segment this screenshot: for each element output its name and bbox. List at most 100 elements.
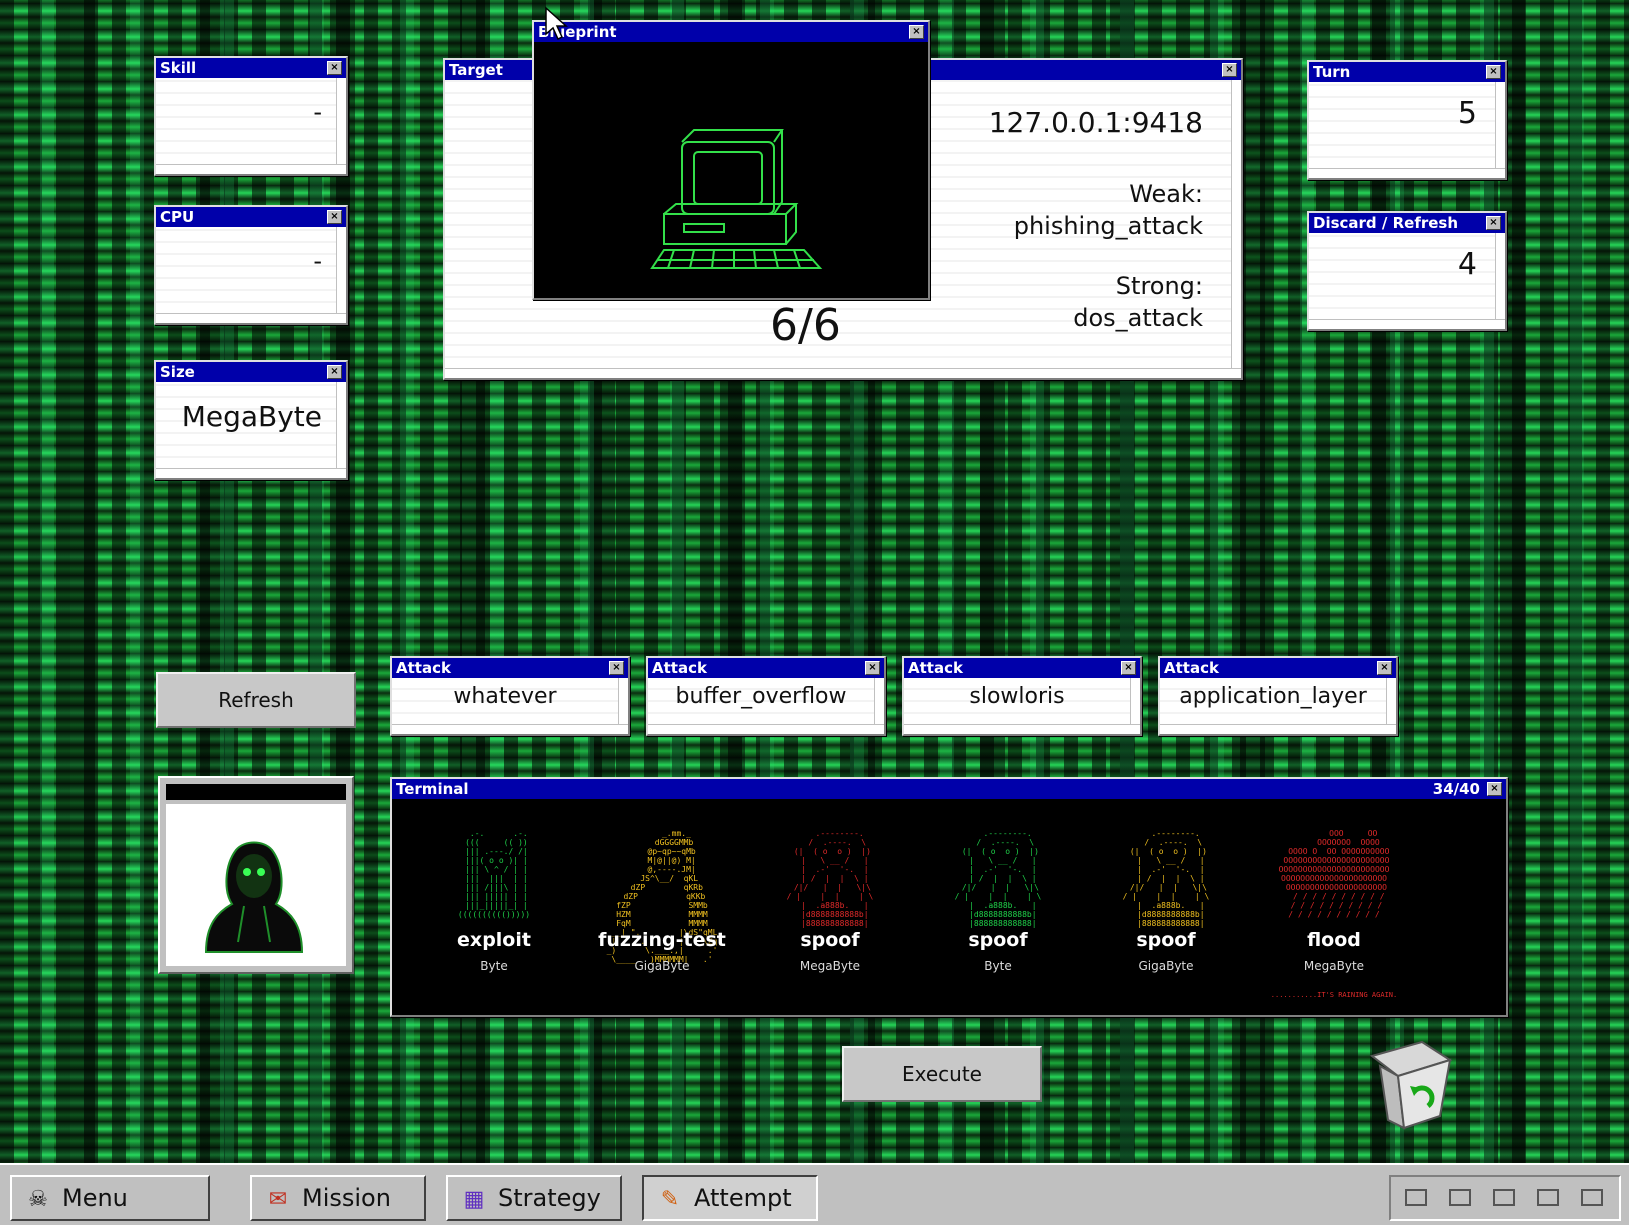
size-window: Size × MegaByte bbox=[154, 360, 348, 480]
horizontal-scrollbar[interactable] bbox=[392, 724, 628, 734]
card-name: spoof bbox=[968, 929, 1028, 951]
refresh-button[interactable]: Refresh bbox=[156, 672, 356, 728]
size-titlebar[interactable]: Size × bbox=[156, 362, 346, 382]
taskbar-label: Attempt bbox=[694, 1184, 792, 1212]
attack-window-2[interactable]: Attack × buffer_overflow bbox=[646, 656, 886, 736]
vertical-scrollbar[interactable] bbox=[1495, 233, 1505, 319]
vertical-scrollbar[interactable] bbox=[1386, 678, 1396, 724]
vertical-scrollbar[interactable] bbox=[1130, 678, 1140, 724]
target-health: 6/6 bbox=[770, 300, 841, 351]
card-exploit[interactable]: .-. .-. ((( (( )) ||| .---./ /| |||( o o… bbox=[414, 819, 574, 1019]
card-art: .--------. / .----. \ (| ( o o ) |) | \ … bbox=[954, 829, 1042, 928]
attack-name: slowloris bbox=[969, 684, 1065, 709]
discard-window: Discard / Refresh × 4 bbox=[1307, 211, 1507, 331]
taskbar-strategy[interactable]: ▦ Strategy bbox=[446, 1175, 622, 1221]
blueprint-titlebar[interactable]: Blueprint × bbox=[534, 22, 928, 42]
close-icon[interactable]: × bbox=[1486, 65, 1501, 79]
cpu-titlebar[interactable]: CPU × bbox=[156, 207, 346, 227]
close-icon[interactable]: × bbox=[327, 365, 342, 379]
attack-titlebar[interactable]: Attack × bbox=[904, 658, 1140, 678]
tray-slot-icon[interactable] bbox=[1493, 1189, 1515, 1206]
close-icon[interactable]: × bbox=[1377, 661, 1392, 675]
attack-title: Attack bbox=[652, 659, 707, 677]
horizontal-scrollbar[interactable] bbox=[156, 164, 346, 174]
attack-name: whatever bbox=[453, 684, 557, 709]
vertical-scrollbar[interactable] bbox=[618, 678, 628, 724]
weak-value: phishing_attack bbox=[1013, 212, 1203, 240]
card-spoof-megabyte[interactable]: .--------. / .----. \ (| ( o o ) |) | \ … bbox=[750, 819, 910, 1019]
card-name: spoof bbox=[800, 929, 860, 951]
taskbar-menu[interactable]: ☠ Menu bbox=[10, 1175, 210, 1221]
close-icon[interactable]: × bbox=[1486, 216, 1501, 230]
attack-titlebar[interactable]: Attack × bbox=[1160, 658, 1396, 678]
card-name: exploit bbox=[457, 929, 531, 951]
tray-slot-icon[interactable] bbox=[1449, 1189, 1471, 1206]
horizontal-scrollbar[interactable] bbox=[156, 313, 346, 323]
attack-window-1[interactable]: Attack × whatever bbox=[390, 656, 630, 736]
attack-window-4[interactable]: Attack × application_layer bbox=[1158, 656, 1398, 736]
attack-titlebar[interactable]: Attack × bbox=[392, 658, 628, 678]
attack-title: Attack bbox=[1164, 659, 1219, 677]
taskbar-mission[interactable]: ✉ Mission bbox=[250, 1175, 426, 1221]
skill-titlebar[interactable]: Skill × bbox=[156, 58, 346, 78]
taskbar-label: Menu bbox=[62, 1184, 128, 1212]
horizontal-scrollbar[interactable] bbox=[1309, 168, 1505, 178]
close-icon[interactable]: × bbox=[1222, 63, 1237, 77]
vertical-scrollbar[interactable] bbox=[336, 78, 346, 164]
terminal-titlebar[interactable]: Terminal 34/40 × bbox=[392, 779, 1506, 799]
tray-slot-icon[interactable] bbox=[1581, 1189, 1603, 1206]
card-size: Byte bbox=[984, 959, 1012, 973]
turn-window: Turn × 5 bbox=[1307, 60, 1507, 180]
vertical-scrollbar[interactable] bbox=[1495, 82, 1505, 168]
turn-titlebar[interactable]: Turn × bbox=[1309, 62, 1505, 82]
vertical-scrollbar[interactable] bbox=[336, 382, 346, 468]
card-art: OOO OO OOOOOOO OOOO OOOO O OO OOOOOOOOOO… bbox=[1278, 829, 1390, 919]
card-art: _.mm._ dGGGGMMb @p~qp~~qMb M|@||@) M| @,… bbox=[606, 829, 718, 964]
card-spoof-gigabyte[interactable]: .--------. / .----. \ (| ( o o ) |) | \ … bbox=[1086, 819, 1246, 1019]
card-size: GigaByte bbox=[1138, 959, 1194, 973]
cpu-value: - bbox=[313, 247, 322, 275]
close-icon[interactable]: × bbox=[865, 661, 880, 675]
discard-titlebar[interactable]: Discard / Refresh × bbox=[1309, 213, 1505, 233]
turn-title: Turn bbox=[1313, 63, 1351, 81]
card-name: flood bbox=[1307, 929, 1361, 951]
horizontal-scrollbar[interactable] bbox=[156, 468, 346, 478]
card-fuzzing-test[interactable]: _.mm._ dGGGGMMb @p~qp~~qMb M|@||@) M| @,… bbox=[582, 819, 742, 1019]
close-icon[interactable]: × bbox=[327, 61, 342, 75]
close-icon[interactable]: × bbox=[327, 210, 342, 224]
horizontal-scrollbar[interactable] bbox=[1309, 319, 1505, 329]
execute-button[interactable]: Execute bbox=[842, 1046, 1042, 1102]
discard-title: Discard / Refresh bbox=[1313, 214, 1459, 232]
computer-wireframe-icon bbox=[650, 129, 823, 269]
attack-name: buffer_overflow bbox=[675, 684, 847, 709]
horizontal-scrollbar[interactable] bbox=[445, 368, 1241, 378]
taskbar-label: Mission bbox=[302, 1184, 391, 1212]
skill-value: - bbox=[313, 98, 322, 126]
horizontal-scrollbar[interactable] bbox=[648, 724, 884, 734]
horizontal-scrollbar[interactable] bbox=[904, 724, 1140, 734]
attack-window-3[interactable]: Attack × slowloris bbox=[902, 656, 1142, 736]
card-hand: .-. .-. ((( (( )) ||| .---./ /| |||( o o… bbox=[392, 799, 1506, 1015]
card-spoof-byte[interactable]: .--------. / .----. \ (| ( o o ) |) | \ … bbox=[918, 819, 1078, 1019]
avatar bbox=[166, 804, 346, 966]
tray-slot-icon[interactable] bbox=[1537, 1189, 1559, 1206]
hooded-hacker-icon bbox=[204, 841, 304, 953]
close-icon[interactable]: × bbox=[1121, 661, 1136, 675]
close-icon[interactable]: × bbox=[909, 25, 924, 39]
size-title: Size bbox=[160, 363, 195, 381]
tray-slot-icon[interactable] bbox=[1405, 1189, 1427, 1206]
vertical-scrollbar[interactable] bbox=[336, 227, 346, 313]
close-icon[interactable]: × bbox=[609, 661, 624, 675]
card-flood[interactable]: OOO OO OOOOOOO OOOO OOOO O OO OOOOOOOOOO… bbox=[1254, 819, 1414, 1019]
attack-titlebar[interactable]: Attack × bbox=[648, 658, 884, 678]
card-name: spoof bbox=[1136, 929, 1196, 951]
recycle-bin-icon[interactable] bbox=[1362, 1036, 1458, 1132]
taskbar-attempt[interactable]: ✎ Attempt bbox=[642, 1175, 818, 1221]
vertical-scrollbar[interactable] bbox=[874, 678, 884, 724]
vertical-scrollbar[interactable] bbox=[1231, 80, 1241, 368]
taskbar: ☠ Menu ✉ Mission ▦ Strategy ✎ Attempt bbox=[0, 1163, 1629, 1225]
horizontal-scrollbar[interactable] bbox=[1160, 724, 1396, 734]
card-art: .--------. / .----. \ (| ( o o ) |) | \ … bbox=[1122, 829, 1210, 928]
close-icon[interactable]: × bbox=[1487, 782, 1502, 796]
card-art: .--------. / .----. \ (| ( o o ) |) | \ … bbox=[786, 829, 874, 928]
